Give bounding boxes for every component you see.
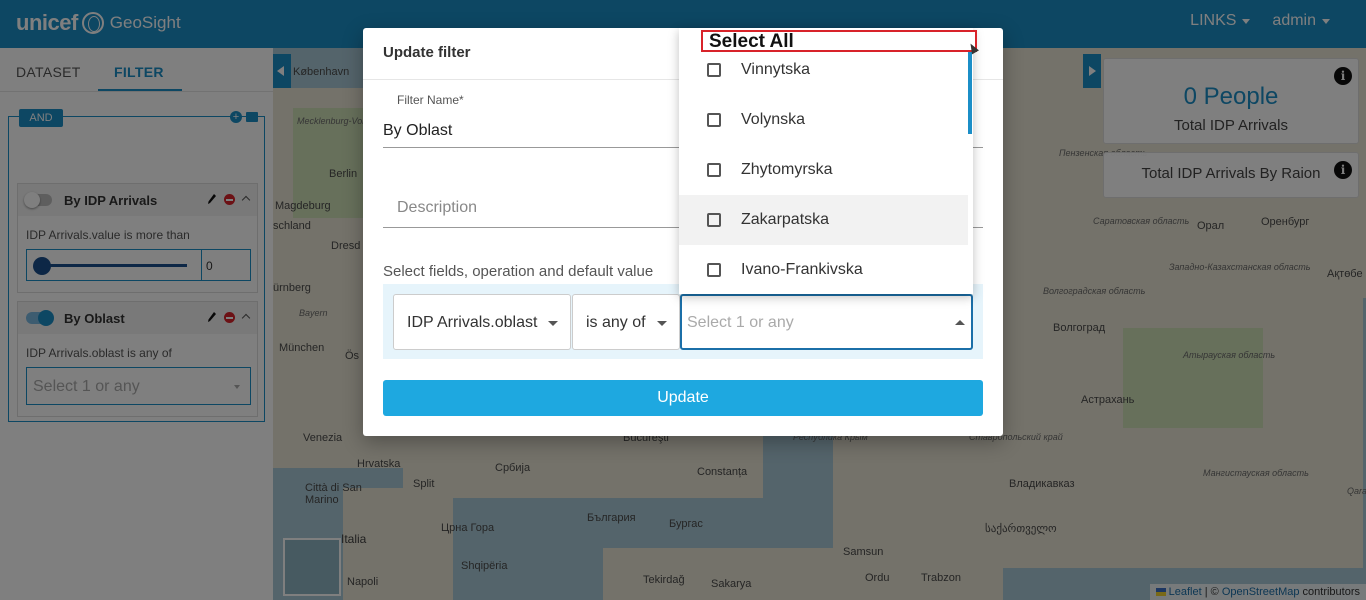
checkbox[interactable]	[707, 163, 721, 177]
list-item-hovered[interactable]: Zakarpatska	[679, 195, 968, 245]
value-multiselect-placeholder: Select 1 or any	[687, 314, 794, 331]
chevron-down-icon	[548, 321, 558, 326]
oblast-options-dropdown: Vinnytska Volynska Zhytomyrska Zakarpats…	[679, 28, 973, 294]
description-input[interactable]: Description	[397, 199, 477, 217]
option-label: Ivano-Frankivska	[741, 261, 863, 278]
option-label: Zakarpatska	[741, 211, 830, 228]
filter-name-label: Filter Name*	[397, 93, 464, 107]
field-select[interactable]: IDP Arrivals.oblast	[393, 294, 571, 350]
field-select-value: IDP Arrivals.oblast	[407, 314, 538, 331]
list-item[interactable]: Vinnytska	[679, 45, 968, 95]
select-all-option[interactable]: Select All	[701, 30, 977, 52]
chevron-down-icon	[657, 321, 667, 326]
checkbox[interactable]	[707, 213, 721, 227]
filter-name-input[interactable]: By Oblast	[383, 122, 452, 140]
value-multiselect[interactable]: Select 1 or any	[680, 294, 973, 350]
checkbox[interactable]	[707, 63, 721, 77]
chevron-up-icon	[955, 320, 965, 325]
condition-row: IDP Arrivals.oblast is any of Select 1 o…	[383, 284, 983, 359]
option-label: Zhytomyrska	[741, 161, 833, 178]
checkbox[interactable]	[707, 263, 721, 277]
update-button[interactable]: Update	[383, 380, 983, 416]
condition-section-hint: Select fields, operation and default val…	[383, 263, 654, 280]
list-item[interactable]: Zhytomyrska	[679, 145, 968, 195]
option-label: Volynska	[741, 111, 806, 128]
operator-select-value: is any of	[586, 314, 646, 331]
list-item[interactable]: Volynska	[679, 95, 968, 145]
list-item[interactable]: Ivano-Frankivska	[679, 245, 968, 294]
modal-title: Update filter	[383, 44, 471, 61]
operator-select[interactable]: is any of	[572, 294, 680, 350]
app-root: unicef GeoSight LINKS admin DATASET FILT…	[0, 0, 1366, 600]
checkbox[interactable]	[707, 113, 721, 127]
option-label: Vinnytska	[741, 61, 811, 78]
